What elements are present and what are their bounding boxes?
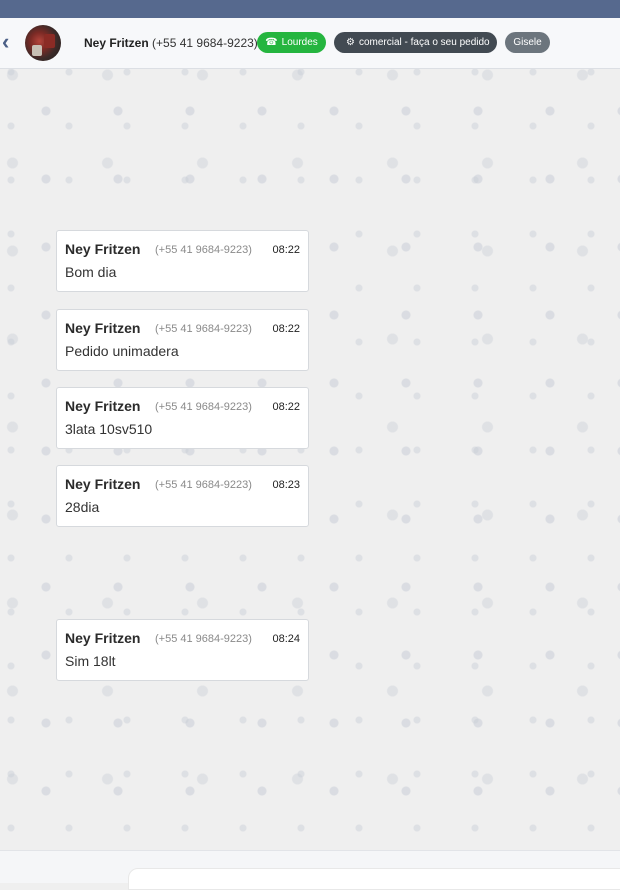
sitemap-icon: ⚙ [346,37,355,48]
message-time: 08:22 [272,323,300,335]
message-text: 28dia [65,499,100,515]
message-sender-phone: (+55 41 9684-9223) [155,479,252,491]
tag-whatsapp-connection[interactable]: ☎ Lourdes [257,32,326,53]
message-sender-phone: (+55 41 9684-9223) [155,244,252,256]
message-sender-phone: (+55 41 9684-9223) [155,401,252,413]
message-sender: Ney Fritzen [65,241,141,257]
chevron-left-icon[interactable]: ‹ [2,31,16,53]
message-sender: Ney Fritzen [65,630,141,646]
message-text: 3lata 10sv510 [65,421,153,437]
message-sender-phone: (+55 41 9684-9223) [155,323,252,335]
message-sender: Ney Fritzen [65,398,141,414]
tag-label: Lourdes [281,37,318,48]
message-text: Sim 18lt [65,653,116,669]
message-text: Bom dia [65,264,117,280]
chat-header: ‹ Ney Fritzen (+55 41 9684-9223) ☎ Lourde… [0,18,620,69]
message-bubble[interactable]: Ney Fritzen (+55 41 9684-9223) 08:22 Bom… [56,230,309,292]
message-bubble[interactable]: Ney Fritzen (+55 41 9684-9223) 08:23 28d… [56,465,309,527]
chat-messages-area[interactable]: Ney Fritzen (+55 41 9684-9223) 08:22 Bom… [0,69,620,850]
contact-phone: (+55 41 9684-9223) [152,36,258,50]
contact-name: Ney Fritzen [84,36,149,50]
message-time: 08:22 [272,401,300,413]
message-time: 08:23 [272,479,300,491]
contact-info: Ney Fritzen (+55 41 9684-9223) [84,33,258,53]
message-sender: Ney Fritzen [65,476,141,492]
avatar[interactable] [25,25,61,61]
message-time: 08:22 [272,244,300,256]
top-bar [0,0,620,18]
message-input[interactable] [128,868,620,890]
tag-label: comercial - faça o seu pedido [358,37,490,48]
message-bubble[interactable]: Ney Fritzen (+55 41 9684-9223) 08:24 Sim… [56,619,309,681]
tag-label: Gisele [513,37,542,48]
whatsapp-icon: ☎ [265,37,278,48]
message-text: Pedido unimadera [65,343,179,359]
tag-queue[interactable]: ⚙ comercial - faça o seu pedido [334,32,497,53]
message-sender: Ney Fritzen [65,320,141,336]
message-bubble[interactable]: Ney Fritzen (+55 41 9684-9223) 08:22 Ped… [56,309,309,371]
tag-user[interactable]: Gisele [505,32,550,53]
message-bubble[interactable]: Ney Fritzen (+55 41 9684-9223) 08:22 3la… [56,387,309,449]
message-sender-phone: (+55 41 9684-9223) [155,633,252,645]
message-time: 08:24 [272,633,300,645]
